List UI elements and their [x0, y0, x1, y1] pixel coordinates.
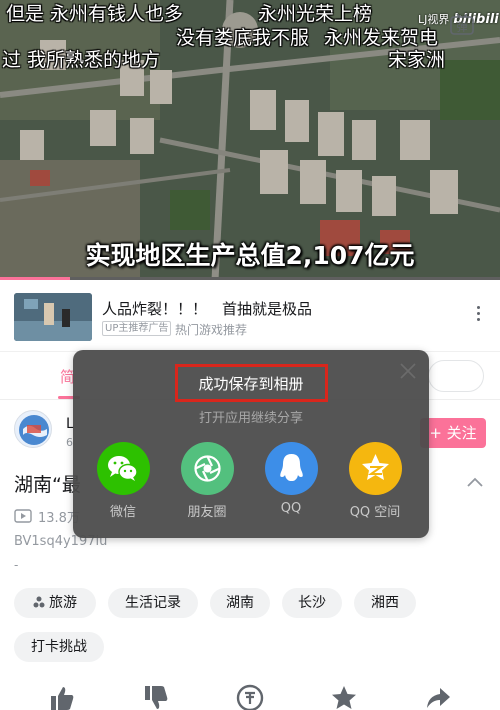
qzone-icon [348, 442, 402, 495]
danmaku-comment: 过 我所熟悉的地方 [2, 49, 161, 71]
tag-label: 湖南 [226, 595, 254, 611]
share-wechat-button[interactable]: 微信 [93, 442, 153, 520]
follow-button[interactable]: + 关注 [420, 418, 486, 448]
chevron-up-icon[interactable] [466, 474, 484, 488]
ad-card[interactable]: 人品炸裂！！！ 首抽就是极品 UP主推荐广告 热门游戏推荐 [0, 280, 500, 352]
share-label: QQ 空间 [349, 505, 401, 520]
danmaku-comment: 但是 永州有钱人也多 [6, 3, 184, 25]
danmu-toggle-icon[interactable]: 弹 [449, 12, 475, 38]
share-moments-button[interactable]: 朋友圈 [177, 442, 237, 520]
video-player[interactable]: 但是 永州有钱人也多 永州光荣上榜 没有娄底我不服 永州发来贺电 过 我所熟悉的… [0, 0, 500, 280]
moments-icon [180, 442, 234, 495]
danmu-input[interactable] [428, 360, 484, 392]
tag-chip[interactable]: 湘西 [354, 588, 416, 618]
favorite-icon[interactable] [330, 684, 358, 710]
ad-source: 热门游戏推荐 [175, 323, 248, 337]
tag-chip[interactable]: 打卡挑战 [14, 632, 104, 662]
more-vertical-icon[interactable] [470, 303, 486, 331]
like-icon[interactable] [48, 684, 76, 710]
video-title: 湖南“最 [14, 474, 81, 496]
tag-label: 旅游 [49, 595, 77, 611]
share-qq-button[interactable]: QQ [261, 442, 321, 516]
ad-title: 人品炸裂！！！ 首抽就是极品 [102, 300, 313, 318]
tag-chip[interactable]: 湖南 [210, 588, 270, 618]
share-icon[interactable] [424, 684, 452, 710]
share-label: 微信 [109, 505, 136, 520]
ad-thumbnail [14, 293, 92, 341]
avatar[interactable] [14, 410, 52, 448]
wechat-icon [96, 442, 150, 495]
watermark-text: LJ视界 [418, 13, 450, 26]
tag-label: 长沙 [298, 595, 326, 611]
danmaku-comment: 没有娄底我不服 [176, 27, 310, 49]
ad-tag-badge: UP主推荐广告 [102, 321, 172, 336]
danmaku-comment: 宋家洲 [388, 49, 446, 71]
dialog-subtitle: 打开应用继续分享 [198, 411, 303, 426]
danmu-label: 弹 [457, 20, 468, 34]
danmaku-comment: 永州光荣上榜 [258, 3, 373, 25]
danmaku-comment: 永州发来贺电 [324, 27, 439, 49]
save-success-dialog: 成功保存到相册 打开应用继续分享 微信 朋友圈 QQ QQ 空间 [73, 350, 429, 538]
qq-icon [264, 442, 318, 495]
tag-label: 打卡挑战 [31, 639, 87, 655]
tag-chip[interactable]: 旅游 [14, 588, 96, 618]
description-text: - [14, 558, 19, 572]
tag-chip[interactable]: 生活记录 [108, 588, 198, 618]
share-label: QQ [280, 501, 302, 516]
tag-label: 湘西 [371, 595, 399, 611]
tag-label: 生活记录 [125, 595, 181, 611]
video-detail-page: 但是 永州有钱人也多 永州光荣上榜 没有娄底我不服 永州发来贺电 过 我所熟悉的… [0, 0, 500, 710]
tag-chip[interactable]: 长沙 [282, 588, 342, 618]
share-qzone-button[interactable]: QQ 空间 [345, 442, 405, 520]
share-label: 朋友圈 [187, 505, 227, 520]
cluster-icon [33, 596, 45, 608]
uploader-fans: 6 [66, 436, 73, 449]
dislike-icon[interactable] [142, 684, 170, 710]
play-count-icon [14, 508, 32, 523]
coin-icon[interactable] [236, 684, 264, 710]
video-subtitle: 实现地区生产总值2,107亿元 [85, 241, 415, 270]
dialog-title: 成功保存到相册 [198, 375, 304, 393]
ad-thumbnail-image [14, 293, 92, 341]
